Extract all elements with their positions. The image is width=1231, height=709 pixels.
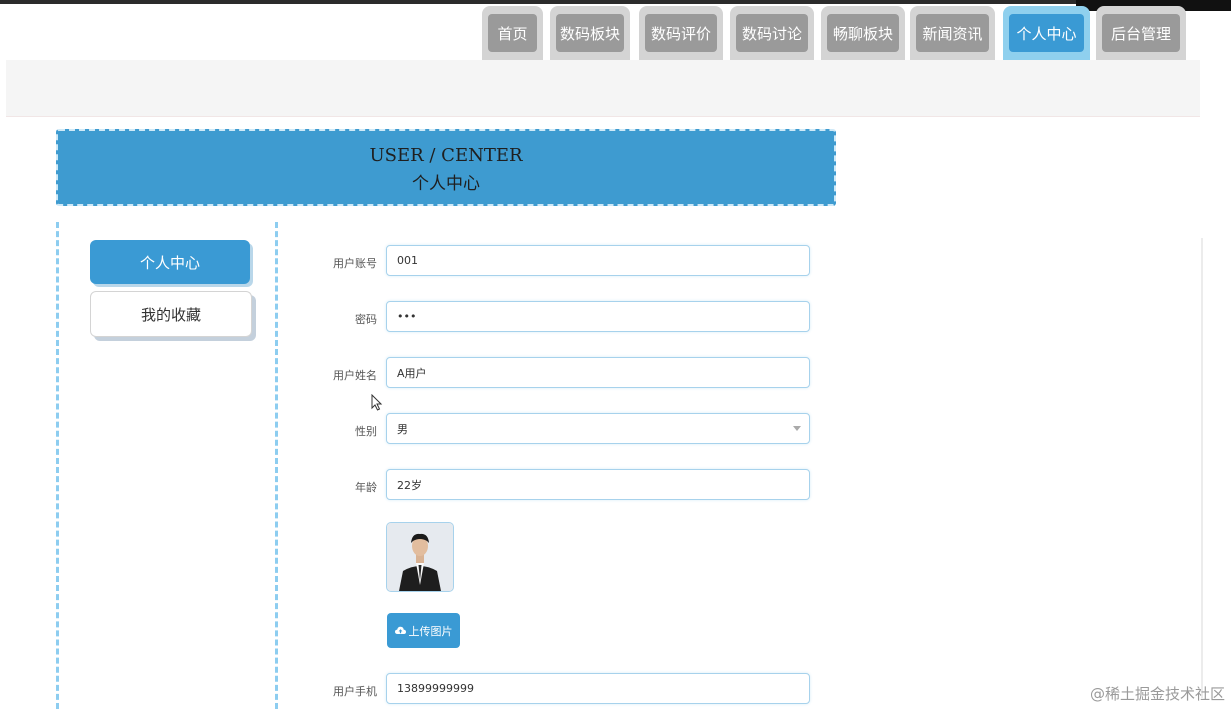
phone-label: 用户手机 [333, 685, 377, 698]
tab-admin[interactable]: 后台管理 [1096, 6, 1186, 60]
account-label: 用户账号 [333, 257, 377, 270]
mouse-cursor-icon [371, 394, 383, 411]
account-input[interactable]: 001 [386, 245, 810, 276]
password-input[interactable]: ••• [386, 301, 810, 332]
tab-digital-review[interactable]: 数码评价 [639, 6, 723, 60]
banner-title-cn: 个人中心 [412, 174, 480, 194]
page-banner: USER / CENTER 个人中心 [56, 129, 836, 206]
phone-input[interactable]: 13899999999 [386, 673, 810, 704]
chevron-down-icon [793, 426, 801, 431]
tab-user-center[interactable]: 个人中心 [1003, 6, 1090, 60]
tab-chat-section[interactable]: 畅聊板块 [821, 6, 905, 60]
age-input[interactable]: 22岁 [386, 469, 810, 500]
avatar [386, 522, 454, 592]
top-border [0, 0, 1231, 4]
gender-label: 性别 [355, 425, 377, 438]
gender-select[interactable]: 男 [386, 413, 810, 444]
tab-home[interactable]: 首页 [482, 6, 543, 60]
tab-news[interactable]: 新闻资讯 [910, 6, 995, 60]
avatar-photo [387, 523, 453, 591]
upload-image-button[interactable]: 上传图片 [387, 613, 460, 648]
scrollbar-track[interactable] [1201, 238, 1203, 698]
watermark: @稀土掘金技术社区 [1089, 685, 1225, 703]
header-band [6, 60, 1200, 117]
tab-digital-section[interactable]: 数码板块 [550, 6, 630, 60]
age-label: 年龄 [355, 481, 377, 494]
sidebar-item-favorites[interactable]: 我的收藏 [90, 291, 252, 337]
banner-title-en: USER / CENTER [369, 145, 523, 166]
sidebar-border-right [275, 222, 278, 709]
tab-digital-discussion[interactable]: 数码讨论 [730, 6, 814, 60]
sidebar-item-user-center[interactable]: 个人中心 [90, 240, 250, 284]
name-input[interactable]: A用户 [386, 357, 810, 388]
sidebar-border-left [56, 222, 59, 709]
cloud-upload-icon [394, 626, 406, 634]
password-label: 密码 [355, 313, 377, 326]
name-label: 用户姓名 [333, 369, 377, 382]
